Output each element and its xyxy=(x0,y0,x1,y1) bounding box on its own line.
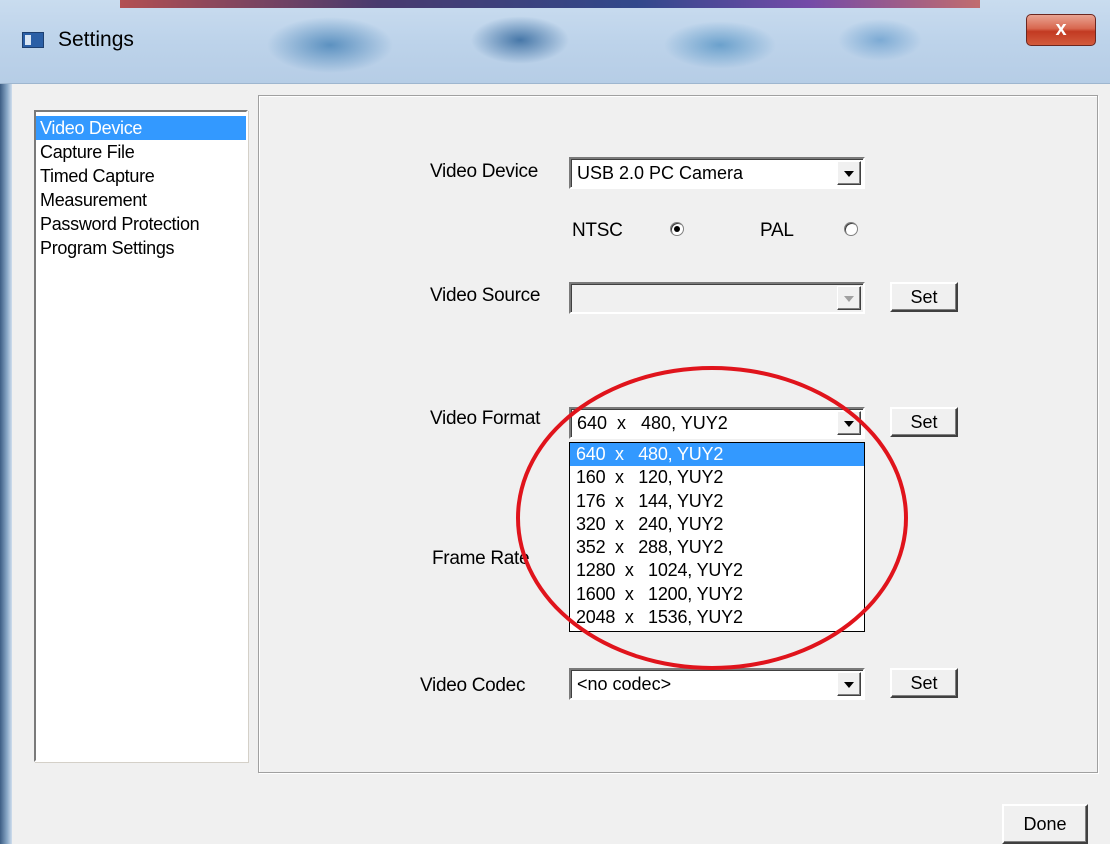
video-device-select[interactable]: USB 2.0 PC Camera xyxy=(569,157,865,189)
window-title: Settings xyxy=(58,28,134,51)
category-program-settings[interactable]: Program Settings xyxy=(36,236,246,260)
category-measurement[interactable]: Measurement xyxy=(36,188,246,212)
annotation-ellipse xyxy=(516,366,908,670)
video-source-select[interactable] xyxy=(569,282,865,314)
ntsc-radio[interactable] xyxy=(670,222,684,236)
pal-radio[interactable] xyxy=(844,222,858,236)
settings-category-list[interactable]: Video Device Capture File Timed Capture … xyxy=(34,110,248,762)
video-device-value: USB 2.0 PC Camera xyxy=(577,163,744,183)
video-format-set-button[interactable]: Set xyxy=(890,407,958,437)
video-codec-select[interactable]: <no codec> xyxy=(569,668,865,700)
video-format-label: Video Format xyxy=(430,408,541,429)
frame-rate-label: Frame Rate xyxy=(432,548,530,569)
video-source-set-button[interactable]: Set xyxy=(890,282,958,312)
category-timed-capture[interactable]: Timed Capture xyxy=(36,164,246,188)
window-left-frame xyxy=(0,84,12,844)
title-bar[interactable]: Settings x xyxy=(0,0,1110,84)
chevron-down-icon[interactable] xyxy=(837,672,861,696)
chevron-down-icon[interactable] xyxy=(837,161,861,185)
category-capture-file[interactable]: Capture File xyxy=(36,140,246,164)
video-codec-value: <no codec> xyxy=(577,674,672,694)
video-codec-set-button[interactable]: Set xyxy=(890,668,958,698)
chevron-down-icon[interactable] xyxy=(837,286,861,310)
app-icon xyxy=(22,32,44,48)
pal-label: PAL xyxy=(760,220,794,241)
done-button[interactable]: Done xyxy=(1002,804,1088,844)
video-source-label: Video Source xyxy=(430,285,541,306)
video-codec-label: Video Codec xyxy=(420,675,526,696)
category-video-device[interactable]: Video Device xyxy=(36,116,246,140)
desktop-background-strip xyxy=(120,0,980,8)
ntsc-label: NTSC xyxy=(572,220,623,241)
category-password-protection[interactable]: Password Protection xyxy=(36,212,246,236)
video-device-label: Video Device xyxy=(430,161,539,182)
close-button[interactable]: x xyxy=(1026,14,1096,46)
